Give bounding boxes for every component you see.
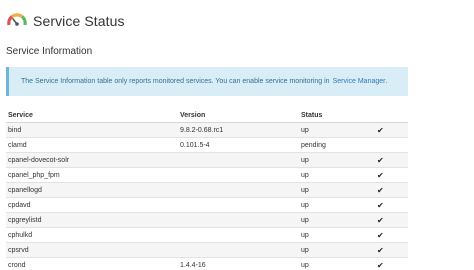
table-row: clamd 0.101.5-4 pending <box>6 137 408 153</box>
table-row: cpdavd up ✔ <box>6 197 408 213</box>
service-name: cpdavd <box>6 197 178 213</box>
service-name: cphulkd <box>6 227 178 243</box>
section-title: Service Information <box>6 46 93 57</box>
check-icon <box>373 137 408 153</box>
service-status: up <box>299 182 373 198</box>
service-status: up <box>299 197 373 213</box>
service-name: clamd <box>6 137 178 153</box>
check-icon: ✔ <box>373 152 408 168</box>
service-manager-link[interactable]: Service Manager <box>333 78 386 85</box>
service-version <box>178 212 299 228</box>
service-status: up <box>299 227 373 243</box>
table-row: crond 1.4.4-16 up ✔ <box>6 257 408 270</box>
service-status: up <box>299 242 373 258</box>
service-status: up <box>299 257 373 270</box>
check-icon: ✔ <box>373 227 408 243</box>
service-name: cpgreylistd <box>6 212 178 228</box>
check-icon: ✔ <box>373 212 408 228</box>
table-row: cpgreylistd up ✔ <box>6 212 408 228</box>
service-status: up <box>299 167 373 183</box>
info-suffix: . <box>385 78 388 85</box>
table-row: cphulkd up ✔ <box>6 227 408 243</box>
service-status: up <box>299 122 373 138</box>
service-version: 0.101.5-4 <box>178 137 299 153</box>
check-icon: ✔ <box>373 122 408 138</box>
column-header-status[interactable]: Status <box>299 108 373 123</box>
column-header-version[interactable]: Version <box>178 108 299 123</box>
service-version: 9.8.2-0.68.rc1 <box>178 122 299 138</box>
table-header-row: Service Version Status <box>6 108 408 123</box>
page-title: Service Status <box>33 13 125 29</box>
check-icon: ✔ <box>373 242 408 258</box>
service-version <box>178 182 299 198</box>
check-icon: ✔ <box>373 197 408 213</box>
table-row: bind 9.8.2-0.68.rc1 up ✔ <box>6 122 408 138</box>
service-version <box>178 152 299 168</box>
service-status: pending <box>299 137 373 153</box>
info-text: The Service Information table only repor… <box>21 78 330 85</box>
service-name: cpanel_php_fpm <box>6 167 178 183</box>
gauge-icon <box>7 13 27 26</box>
info-callout: The Service Information table only repor… <box>6 67 408 96</box>
table-row: cpanellogd up ✔ <box>6 182 408 198</box>
check-icon: ✔ <box>373 182 408 198</box>
service-status-page: Service Status Service Information The S… <box>0 0 474 270</box>
service-version <box>178 197 299 213</box>
service-version <box>178 227 299 243</box>
service-version <box>178 167 299 183</box>
page-header: Service Status <box>6 9 125 33</box>
table-row: cpanel-dovecot-solr up ✔ <box>6 152 408 168</box>
column-header-service[interactable]: Service <box>6 108 178 123</box>
service-name: crond <box>6 257 178 270</box>
service-name: cpanellogd <box>6 182 178 198</box>
service-status: up <box>299 152 373 168</box>
service-version: 1.4.4-16 <box>178 257 299 270</box>
table-row: cpsrvd up ✔ <box>6 242 408 258</box>
service-name: cpsrvd <box>6 242 178 258</box>
check-icon: ✔ <box>373 257 408 270</box>
check-icon: ✔ <box>373 167 408 183</box>
service-name: cpanel-dovecot-solr <box>6 152 178 168</box>
service-name: bind <box>6 122 178 138</box>
table-row: cpanel_php_fpm up ✔ <box>6 167 408 183</box>
service-version <box>178 242 299 258</box>
service-status: up <box>299 212 373 228</box>
column-header-check <box>373 108 408 123</box>
services-table: Service Version Status bind 9.8.2-0.68.r… <box>6 108 408 270</box>
